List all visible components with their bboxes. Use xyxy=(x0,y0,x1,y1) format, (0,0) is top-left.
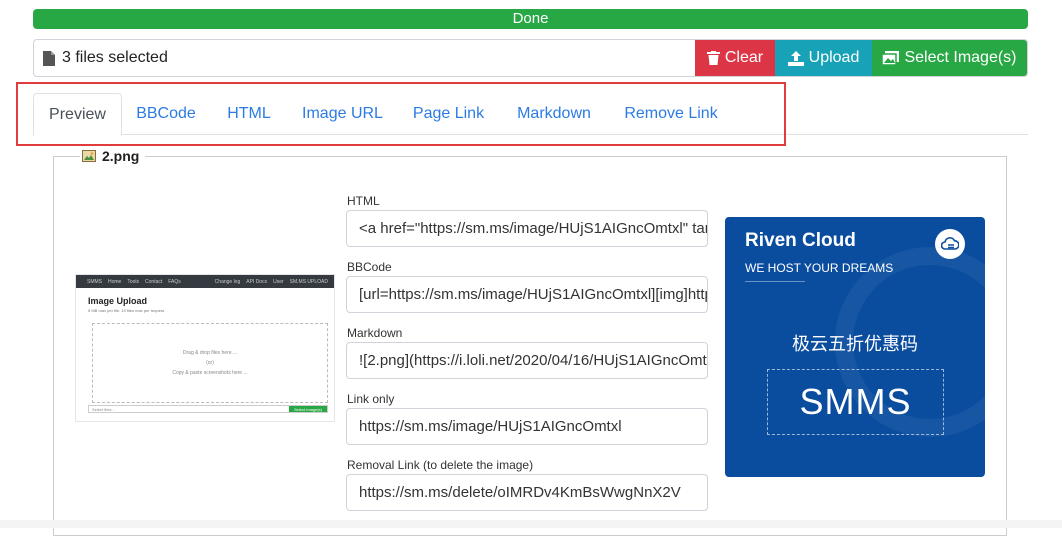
thumb-nav-item: Change log xyxy=(214,278,241,285)
upload-button[interactable]: Upload xyxy=(775,40,872,76)
link-only-field[interactable]: https://sm.ms/image/HUjS1AIGncOmtxl xyxy=(346,408,708,445)
ad-promo-code: SMMS xyxy=(767,369,944,435)
ad-tagline: WE HOST YOUR DREAMS xyxy=(745,261,894,275)
tab-page-link[interactable]: Page Link xyxy=(397,93,500,135)
html-field-label: HTML xyxy=(347,194,380,208)
thumb-nav-item: FAQs xyxy=(168,278,181,285)
thumb-select-hint: Select files... xyxy=(92,407,115,412)
image-file-icon xyxy=(82,150,96,162)
bbcode-field[interactable]: [url=https://sm.ms/image/HUjS1AIGncOmtxl… xyxy=(346,276,708,313)
thumb-nav-item: User xyxy=(273,278,284,285)
ad-promo-text: 极云五折优惠码 xyxy=(792,334,918,354)
thumb-nav-item: API Docs xyxy=(246,278,268,285)
trash-icon xyxy=(706,51,720,65)
result-filename: 2.png xyxy=(102,148,140,164)
file-caption[interactable]: 3 files selected xyxy=(34,40,695,76)
html-field[interactable]: <a href="https://sm.ms/image/HUjS1AIGncO… xyxy=(346,210,708,247)
thumb-subtitle: 5 MB max per file. 10 files max per requ… xyxy=(88,308,166,313)
result-tabs: Preview BBCode HTML Image URL Page Link … xyxy=(33,93,1028,136)
tab-preview[interactable]: Preview xyxy=(33,93,122,136)
upload-progress-bar: Done xyxy=(33,9,1028,29)
file-input-group: 3 files selected Clear Upload Select Ima… xyxy=(33,39,1028,77)
thumb-drop-text: Drag & drop files here ... xyxy=(182,350,238,356)
removal-link-field[interactable]: https://sm.ms/delete/oIMRDv4KmBsWwgNnX2V xyxy=(346,474,708,511)
tab-image-url[interactable]: Image URL xyxy=(288,93,397,135)
thumb-drop-text: Copy & paste screenshots here ... xyxy=(172,370,248,376)
ad-divider xyxy=(745,281,805,282)
clear-button-label: Clear xyxy=(724,49,764,66)
markdown-field[interactable]: ![2.png](https://i.loli.net/2020/04/16/H… xyxy=(346,342,708,379)
file-caption-text: 3 files selected xyxy=(62,49,168,66)
thumb-nav-item: Home xyxy=(108,278,122,285)
upload-icon xyxy=(787,50,804,66)
sponsor-ad[interactable]: Riven Cloud WE HOST YOUR DREAMS 极云五折优惠码 … xyxy=(725,217,985,477)
cloud-icon xyxy=(935,229,965,259)
images-icon xyxy=(882,51,900,65)
thumb-nav-item: Tools xyxy=(127,278,140,285)
upload-button-label: Upload xyxy=(808,49,860,66)
select-images-label: Select Image(s) xyxy=(904,49,1017,66)
tab-html[interactable]: HTML xyxy=(210,93,288,135)
image-thumbnail[interactable]: SMMS Home Tools Contact FAQs Change log … xyxy=(75,274,335,422)
file-icon xyxy=(43,50,55,66)
markdown-field-label: Markdown xyxy=(347,326,403,340)
select-images-button[interactable]: Select Image(s) xyxy=(872,40,1027,76)
link-only-field-label: Link only xyxy=(347,392,395,406)
thumb-nav-item: SMMS xyxy=(87,278,102,285)
thumb-title: Image Upload xyxy=(88,296,148,306)
thumb-select-bar: Select files... Select Image(s) xyxy=(88,405,328,413)
tab-bbcode[interactable]: BBCode xyxy=(122,93,210,135)
thumb-navbar: SMMS Home Tools Contact FAQs Change log … xyxy=(76,275,334,288)
thumb-select-button-label: Select Image(s) xyxy=(294,407,323,412)
tab-markdown[interactable]: Markdown xyxy=(500,93,608,135)
thumb-nav-item: Contact xyxy=(145,278,163,285)
tab-remove-link[interactable]: Remove Link xyxy=(608,93,734,135)
removal-link-field-label: Removal Link (to delete the image) xyxy=(347,458,534,472)
thumb-nav-item: SM.MS UPLOAD xyxy=(289,278,328,285)
page-bottom-strip xyxy=(0,520,1062,528)
ad-brand: Riven Cloud xyxy=(745,230,856,251)
result-legend: 2.png xyxy=(80,148,146,164)
thumb-drop-text: (or) xyxy=(206,360,214,366)
clear-button[interactable]: Clear xyxy=(695,40,775,76)
thumb-dropzone: Drag & drop files here ... (or) Copy & p… xyxy=(92,323,328,403)
bbcode-field-label: BBCode xyxy=(347,260,392,274)
thumb-select-button: Select Image(s) xyxy=(289,406,327,412)
